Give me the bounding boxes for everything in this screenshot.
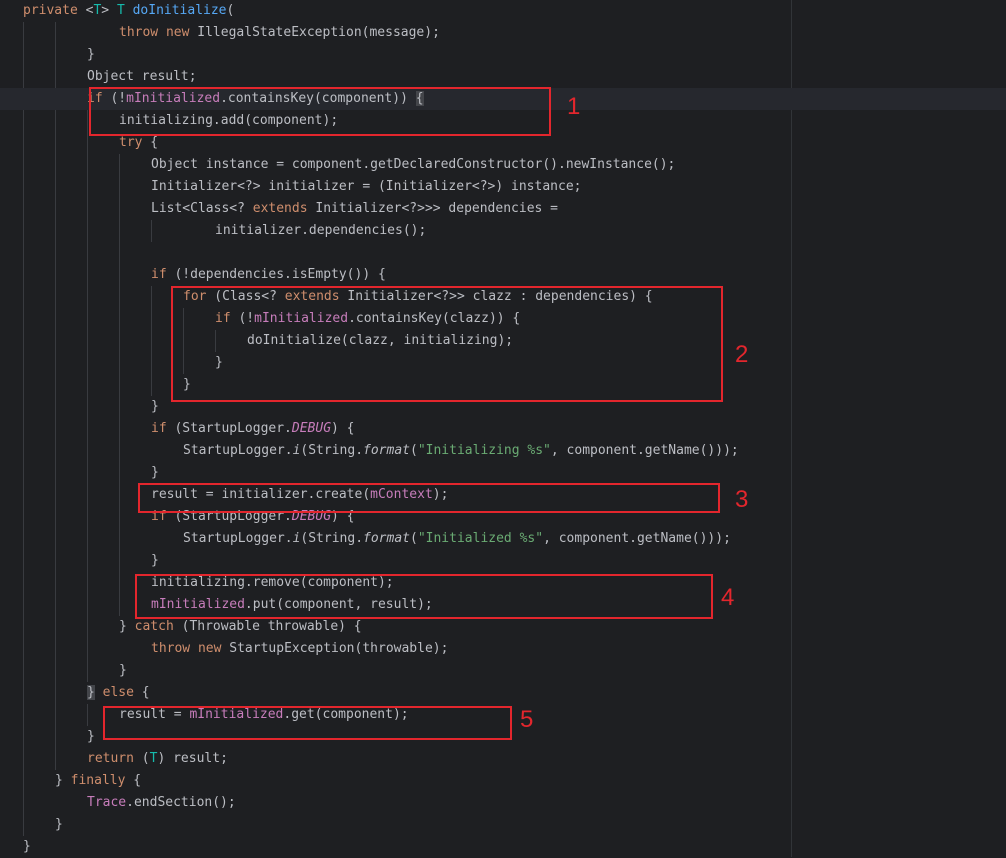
code-line: initializer.dependencies(); (215, 223, 427, 238)
annotation-box-2 (171, 286, 723, 402)
code-line: return (T) result; (87, 751, 228, 766)
type-parameter: T (116, 3, 125, 18)
indent-guide (23, 22, 24, 836)
code-line: if (!dependencies.isEmpty()) { (151, 267, 386, 282)
static-method: i (292, 531, 301, 546)
indent-guide (55, 22, 56, 770)
string-literal: "Initialized %s" (417, 531, 544, 546)
code-line: throw new StartupException(throwable); (151, 641, 449, 656)
annotation-box-5 (103, 706, 512, 740)
static-field: DEBUG (291, 421, 332, 436)
keyword: if (151, 421, 167, 436)
keyword: private (23, 3, 78, 18)
indent-guide (87, 704, 88, 726)
code-line: StartupLogger.i(String.format("Initializ… (183, 443, 739, 458)
type-parameter: T (93, 3, 102, 18)
code-line: } finally { (55, 773, 142, 788)
keyword: extends (252, 201, 308, 216)
code-line: } (87, 47, 95, 62)
code-line: } else { (87, 685, 150, 700)
code-line: } catch (Throwable throwable) { (119, 619, 362, 634)
code-line: } (151, 465, 159, 480)
keyword: return (87, 751, 134, 766)
type-parameter: T (149, 751, 158, 766)
indent-guide (151, 220, 152, 242)
indent-guide (87, 110, 88, 682)
keyword: throw (151, 641, 191, 656)
keyword: new (197, 641, 222, 656)
annotation-label-4: 4 (721, 584, 735, 611)
code-editor[interactable]: private <T> T doInitialize( throw new Il… (0, 0, 1006, 857)
code-line: Object result; (87, 69, 197, 84)
code-line: } (151, 553, 159, 568)
code-line: Trace.endSection(); (87, 795, 236, 810)
code-line: } (55, 817, 63, 832)
indent-guide (119, 154, 120, 616)
class-reference: Trace (87, 795, 127, 810)
annotation-label-3: 3 (735, 486, 749, 513)
code-line: Initializer<?> initializer = (Initialize… (151, 179, 582, 194)
indent-guide (151, 286, 152, 396)
code-line: throw new IllegalStateException(message)… (119, 25, 440, 40)
keyword: catch (134, 619, 174, 634)
static-method: format (363, 531, 410, 546)
code-line: } (119, 663, 127, 678)
method-name: doInitialize (132, 3, 227, 18)
string-literal: "Initializing %s" (417, 443, 551, 458)
keyword: else (102, 685, 134, 700)
annotation-label-1: 1 (567, 93, 581, 120)
static-method: i (292, 443, 301, 458)
annotation-label-5: 5 (520, 706, 534, 733)
code-line: List<Class<? extends Initializer<?>>> de… (151, 201, 558, 216)
keyword: throw (119, 25, 159, 40)
matched-brace: } (87, 685, 95, 700)
keyword: finally (70, 773, 126, 788)
annotation-box-1 (89, 87, 551, 136)
code-line: } (151, 399, 159, 414)
code-line: StartupLogger.i(String.format("Initializ… (183, 531, 731, 546)
code-line: } (87, 729, 95, 744)
annotation-box-4 (135, 574, 713, 619)
keyword: if (151, 267, 167, 282)
code-line: Object instance = component.getDeclaredC… (151, 157, 676, 172)
code-line: } (23, 839, 31, 854)
code-line: private <T> T doInitialize( (23, 3, 235, 18)
annotation-label-2: 2 (735, 341, 749, 368)
keyword: try (119, 135, 143, 150)
right-margin-guide (791, 0, 792, 857)
keyword: new (165, 25, 190, 40)
static-method: format (363, 443, 410, 458)
code-line: if (StartupLogger.DEBUG) { (151, 421, 355, 436)
annotation-box-3 (138, 483, 720, 513)
